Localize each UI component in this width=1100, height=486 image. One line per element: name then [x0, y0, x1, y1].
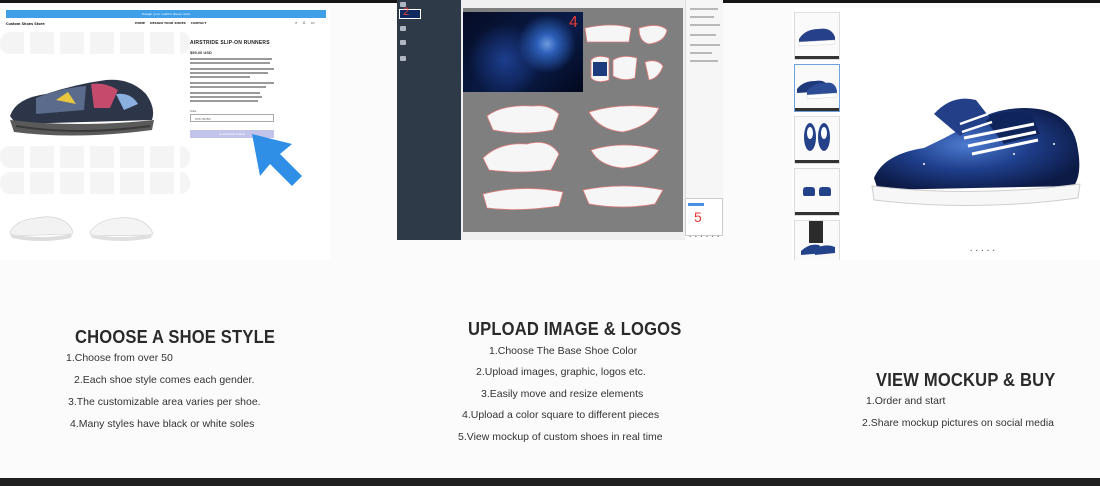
- shoe-pattern-pieces[interactable]: [463, 8, 683, 232]
- mockup-thumbnails: [794, 12, 842, 260]
- store-nav: HOME DESIGN YOUR SHOES CONTACT: [135, 21, 206, 25]
- faded-background: [0, 146, 190, 168]
- callout-number: 2: [403, 6, 410, 18]
- style-step: 4.Many styles have black or white soles: [70, 418, 255, 430]
- designer-screenshot: 2 4 5 • • • • • •: [397, 0, 723, 240]
- style-step: 3.The customizable area varies per shoe.: [68, 396, 261, 408]
- store-logo[interactable]: Custom Shoes Store: [6, 22, 45, 26]
- product-shoe-image[interactable]: [6, 70, 156, 140]
- nav-home[interactable]: HOME: [135, 21, 145, 25]
- mockup-screenshot: • • • • •: [792, 8, 1100, 260]
- thumbnail-white-shoe[interactable]: [6, 208, 76, 242]
- callout-number: 5: [694, 209, 702, 225]
- image-icon[interactable]: [400, 40, 406, 45]
- faded-background: [0, 172, 190, 194]
- upload-step: 1.Choose The Base Shoe Color: [489, 345, 638, 357]
- search-icon[interactable]: ⌕: [295, 20, 297, 25]
- description-text: [190, 68, 274, 70]
- designer-sidebar: 2: [397, 0, 461, 240]
- bottom-border: [0, 478, 1100, 486]
- size-label: Size: [190, 109, 197, 113]
- account-icon[interactable]: ♙: [302, 20, 306, 25]
- description-text: [190, 58, 272, 60]
- carousel-dots[interactable]: • • • • •: [970, 248, 996, 253]
- size-select[interactable]: US5 (EU36): [190, 114, 274, 122]
- description-text: [190, 96, 262, 98]
- section-title-mockup: VIEW MOCKUP & BUY: [876, 370, 1056, 390]
- store-screenshot: Design your custom shoes now! Custom Sho…: [0, 8, 330, 260]
- description-text: [190, 62, 270, 64]
- mockup-thumb[interactable]: [794, 168, 840, 216]
- nav-design[interactable]: DESIGN YOUR SHOES: [150, 21, 186, 25]
- product-price: $59.00 USD: [190, 50, 212, 55]
- upload-step: 3.Easily move and resize elements: [481, 388, 644, 400]
- description-text: [190, 82, 274, 84]
- cart-icon[interactable]: ▭: [311, 20, 315, 25]
- mockup-step: 1.Order and start: [866, 395, 946, 407]
- pointer-arrow-icon: [252, 134, 302, 186]
- nav-contact[interactable]: CONTACT: [191, 21, 207, 25]
- style-step: 1.Choose from over 50: [66, 352, 173, 364]
- mockup-shoe-image[interactable]: [864, 94, 1094, 214]
- color-square-panel[interactable]: 5: [685, 198, 723, 236]
- announcement-bar: Design your custom shoes now!: [6, 10, 326, 18]
- upload-step: 4.Upload a color square to different pie…: [462, 409, 660, 421]
- description-text: [190, 76, 250, 78]
- upload-step: 2.Upload images, graphic, logos etc.: [476, 366, 646, 378]
- description-text: [190, 72, 268, 74]
- faded-background: [0, 32, 190, 54]
- mockup-thumb[interactable]: [794, 220, 840, 260]
- description-text: [190, 86, 266, 88]
- product-title: AIRSTRIDE SLIP-ON RUNNERS: [190, 40, 270, 46]
- mockup-step: 2.Share mockup pictures on social media: [862, 417, 1055, 429]
- section-title-upload: UPLOAD IMAGE & LOGOS: [468, 319, 682, 339]
- mockup-thumb[interactable]: [794, 12, 840, 60]
- style-step: 2.Each shoe style comes each gender.: [74, 374, 255, 386]
- description-text: [190, 100, 258, 102]
- mockup-thumb[interactable]: [794, 64, 840, 112]
- upload-step: 5.View mockup of custom shoes in real ti…: [458, 431, 663, 443]
- properties-panel: [685, 0, 723, 200]
- mockup-thumb[interactable]: [794, 116, 840, 164]
- header-icons: ⌕ ♙ ▭: [295, 20, 315, 25]
- pager-dots[interactable]: • • • • • •: [689, 234, 721, 239]
- thumbnail-white-shoe[interactable]: [86, 208, 156, 242]
- description-text: [190, 92, 260, 94]
- section-title-style: CHOOSE A SHOE STYLE: [75, 327, 276, 347]
- layers-icon[interactable]: [400, 26, 406, 31]
- gear-icon[interactable]: [400, 56, 406, 61]
